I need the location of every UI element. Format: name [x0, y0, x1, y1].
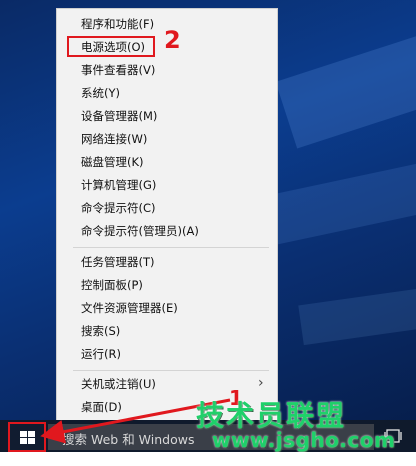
- bottom-strip: [0, 452, 416, 466]
- watermark-url: www.jsgho.com: [212, 428, 396, 452]
